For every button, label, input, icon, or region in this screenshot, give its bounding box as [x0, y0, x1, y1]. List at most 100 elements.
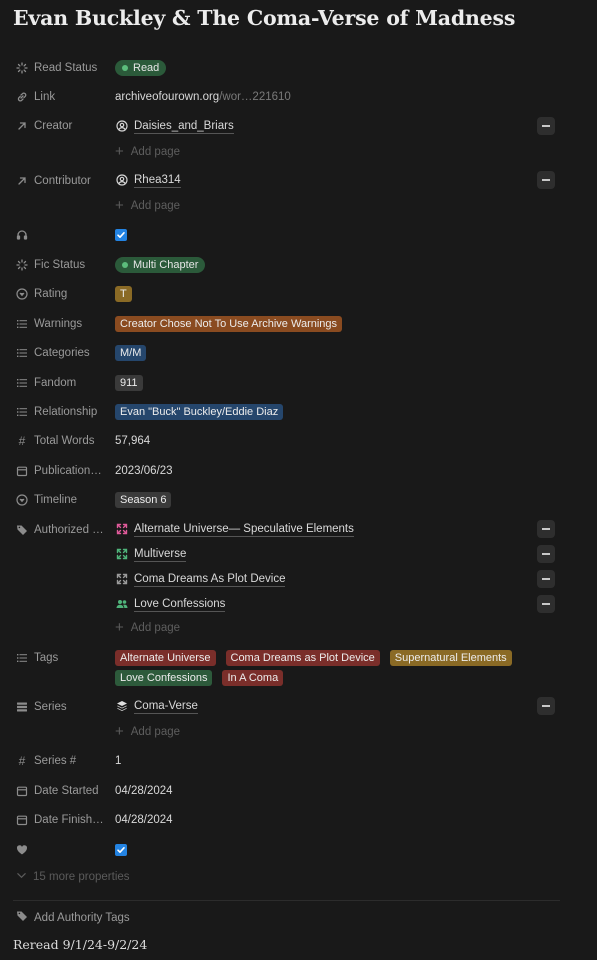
contributor-label[interactable]: Contributor	[16, 170, 91, 192]
fandom-label[interactable]: Fandom	[16, 372, 76, 394]
remove-authorized-button[interactable]	[537, 545, 555, 563]
remove-authorized-button[interactable]	[537, 520, 555, 538]
tags-row-2[interactable]: Love Confessions In A Coma	[115, 667, 287, 689]
warning-tag[interactable]: Creator Chose Not To Use Archive Warning…	[115, 316, 343, 332]
total-words-value[interactable]: 57,964	[115, 430, 150, 452]
tag-chip[interactable]: Love Confessions	[115, 670, 213, 686]
authorized-item[interactable]: Multiverse	[115, 543, 187, 565]
fic-status-label[interactable]: Fic Status	[16, 254, 85, 276]
remove-creator-button[interactable]	[537, 117, 555, 135]
checkmark-icon[interactable]	[115, 229, 127, 241]
person-circle-icon	[115, 174, 128, 187]
rating-value[interactable]: T	[115, 283, 136, 305]
status-pill[interactable]: Multi Chapter	[115, 257, 206, 273]
rating-label[interactable]: Rating	[16, 283, 67, 305]
page-title: Evan Buckley & The Coma-Verse of Madness	[13, 6, 516, 30]
minus-icon	[542, 553, 550, 555]
plus-icon: +	[115, 197, 124, 214]
remove-authorized-button[interactable]	[537, 570, 555, 588]
remove-authorized-button[interactable]	[537, 595, 555, 613]
link-icon	[16, 91, 28, 103]
series-number-value[interactable]: 1	[115, 750, 121, 772]
contributor-value[interactable]: Rhea314	[115, 169, 181, 191]
layers-icon	[115, 700, 128, 713]
date-finished-value[interactable]: 04/28/2024	[115, 809, 173, 831]
link-label[interactable]: Link	[16, 86, 55, 108]
person-circle-icon	[115, 120, 128, 133]
link-value[interactable]: archiveofourown.org/wor…221610	[115, 86, 291, 108]
date-started-value[interactable]: 04/28/2024	[115, 780, 173, 802]
favorite-checkbox[interactable]	[115, 839, 127, 861]
fandom-tag[interactable]: 911	[115, 375, 143, 391]
remove-contributor-button[interactable]	[537, 171, 555, 189]
list-icon	[16, 318, 28, 330]
categories-label[interactable]: Categories	[16, 342, 90, 364]
relationship-tag[interactable]: Evan "Buck" Buckley/Eddie Diaz	[115, 404, 284, 420]
select-circle-icon	[16, 494, 28, 506]
creator-label[interactable]: Creator	[16, 115, 72, 137]
list-icon	[16, 652, 28, 664]
status-dot-icon	[122, 65, 128, 71]
table-list-icon	[16, 701, 28, 713]
tag-chip[interactable]: Coma Dreams as Plot Device	[225, 650, 380, 666]
tag-chip[interactable]: In A Coma	[222, 670, 284, 686]
publication-value[interactable]: 2023/06/23	[115, 460, 173, 482]
warnings-value[interactable]: Creator Chose Not To Use Archive Warning…	[115, 313, 346, 335]
tags-label[interactable]: Tags	[16, 647, 58, 669]
calendar-icon	[16, 785, 28, 797]
relationship-value[interactable]: Evan "Buck" Buckley/Eddie Diaz	[115, 401, 287, 423]
series-add-page-button[interactable]: + Add page	[115, 722, 180, 742]
status-pill[interactable]: Read	[115, 60, 167, 76]
read-status-label[interactable]: Read Status	[16, 57, 97, 79]
minus-icon	[542, 528, 550, 530]
remove-series-button[interactable]	[537, 697, 555, 715]
categories-value[interactable]: M/M	[115, 342, 150, 364]
plus-icon: +	[115, 143, 124, 160]
total-words-label[interactable]: # Total Words	[16, 430, 95, 452]
add-authority-tags-button[interactable]: Add Authority Tags	[16, 910, 130, 925]
category-tag[interactable]: M/M	[115, 345, 147, 361]
list-icon	[16, 406, 28, 418]
relationship-label[interactable]: Relationship	[16, 401, 97, 423]
read-status-value[interactable]: Read	[115, 57, 167, 79]
list-icon	[16, 347, 28, 359]
fic-status-value[interactable]: Multi Chapter	[115, 254, 206, 276]
minus-icon	[542, 179, 550, 181]
tag-chip[interactable]: Alternate Universe	[115, 650, 216, 666]
authorized-item[interactable]: Coma Dreams As Plot Device	[115, 568, 286, 590]
expand-icon	[115, 523, 128, 536]
series-number-label[interactable]: # Series #	[16, 750, 77, 772]
list-icon	[16, 377, 28, 389]
timeline-value[interactable]: Season 6	[115, 489, 175, 511]
favorite-label[interactable]	[16, 839, 28, 861]
date-finished-label[interactable]: Date Finish…	[16, 809, 104, 831]
authorized-add-page-button[interactable]: + Add page	[115, 618, 180, 638]
timeline-label[interactable]: Timeline	[16, 489, 77, 511]
plus-icon: +	[115, 723, 124, 740]
contributor-add-page-button[interactable]: + Add page	[115, 196, 180, 216]
audio-label[interactable]	[16, 224, 28, 246]
expand-icon	[115, 548, 128, 561]
audio-checkbox[interactable]	[115, 224, 127, 246]
checkmark-icon[interactable]	[115, 844, 127, 856]
warnings-label[interactable]: Warnings	[16, 313, 82, 335]
hash-icon: #	[18, 434, 26, 448]
authorized-label[interactable]: Authorized …	[16, 519, 104, 541]
tags-row-1[interactable]: Alternate Universe Coma Dreams as Plot De…	[115, 647, 516, 669]
tag-icon	[16, 910, 28, 925]
creator-value[interactable]: Daisies_and_Briars	[115, 115, 234, 137]
creator-add-page-button[interactable]: + Add page	[115, 142, 180, 162]
tag-chip[interactable]: Supernatural Elements	[389, 650, 512, 666]
timeline-tag[interactable]: Season 6	[115, 492, 172, 508]
authorized-item[interactable]: Alternate Universe— Speculative Elements	[115, 518, 354, 540]
series-label[interactable]: Series	[16, 696, 67, 718]
date-started-label[interactable]: Date Started	[16, 780, 99, 802]
status-loader-icon	[16, 259, 28, 271]
fandom-value[interactable]: 911	[115, 372, 147, 394]
more-properties-toggle[interactable]: 15 more properties	[16, 870, 130, 884]
authorized-item[interactable]: Love Confessions	[115, 593, 226, 615]
series-value[interactable]: Coma-Verse	[115, 695, 198, 717]
rating-tag[interactable]: T	[115, 286, 132, 302]
status-loader-icon	[16, 62, 28, 74]
publication-label[interactable]: Publication…	[16, 460, 102, 482]
